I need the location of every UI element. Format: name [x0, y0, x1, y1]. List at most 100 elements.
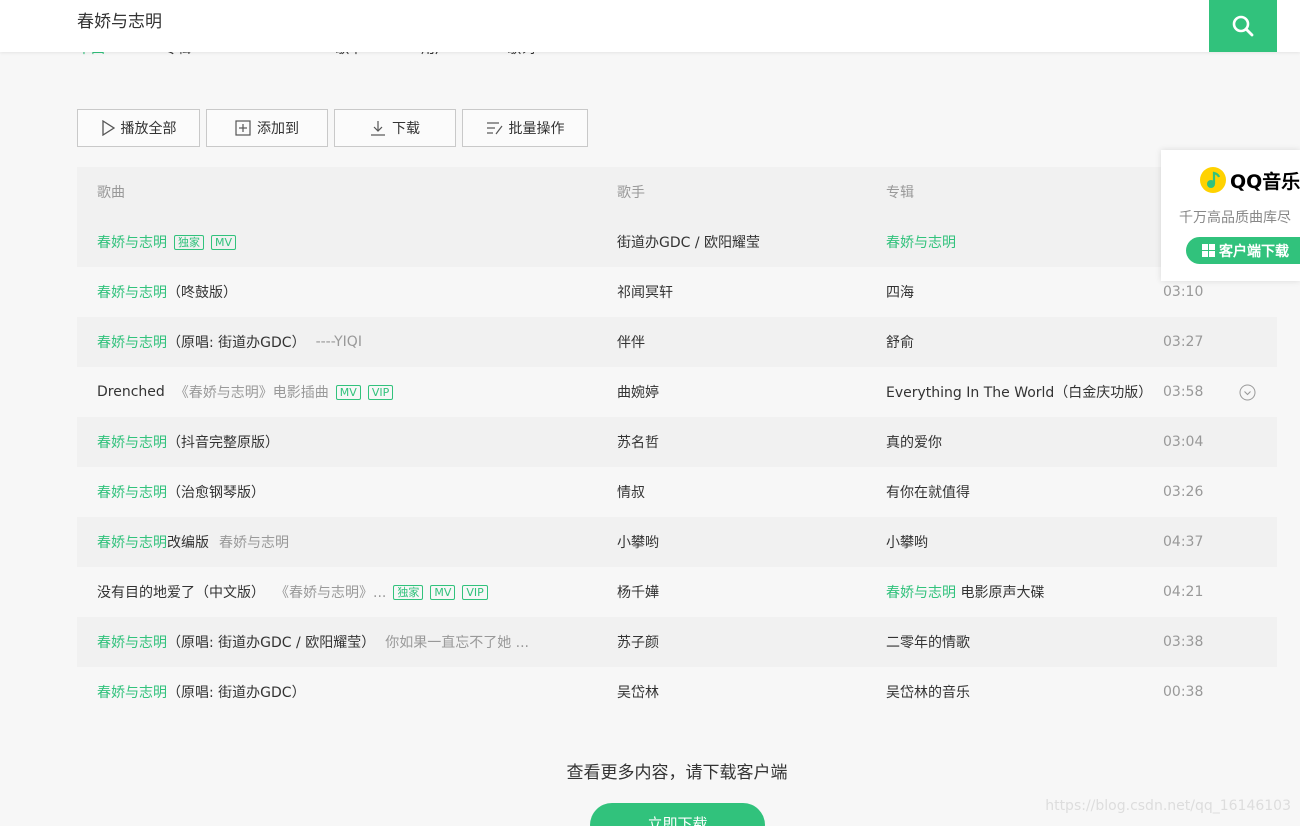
album-cell: Everything In The World（白金庆功版） — [886, 382, 1152, 402]
toolbar: 播放全部 添加到 下载 批量操作 — [77, 109, 588, 147]
add-icon — [235, 120, 251, 136]
song-cell: 春娇与志明 改编版 春娇与志明 — [97, 532, 289, 552]
singer-link[interactable]: 杨千嬅 — [617, 582, 659, 602]
singer-link[interactable]: 街道办GDC / 欧阳耀莹 — [617, 232, 760, 252]
singer-link[interactable]: 曲婉婷 — [617, 382, 659, 402]
song-tag-badge[interactable]: MV — [335, 384, 361, 400]
singer-link[interactable]: 祁闻冥轩 — [617, 282, 673, 302]
singer-link[interactable]: 情叔 — [617, 482, 645, 502]
song-version: （原唱: 街道办GDC） — [167, 335, 306, 351]
album-link[interactable]: 春娇与志明 — [886, 235, 956, 251]
album-link[interactable]: 四海 — [886, 285, 914, 301]
album-link[interactable]: 有你在就值得 — [886, 485, 970, 501]
duration: 04:21 — [1163, 584, 1204, 600]
search-input[interactable] — [77, 7, 1177, 31]
singer-link[interactable]: 伴伴 — [617, 332, 645, 352]
table-row[interactable]: 春娇与志明 独家 MV 街道办GDC / 欧阳耀莹 春娇与志明 — [77, 217, 1277, 267]
singer-link[interactable]: 苏名哲 — [617, 432, 659, 452]
song-title-link[interactable]: 春娇与志明 — [97, 632, 167, 652]
table-row[interactable]: 春娇与志明 （咚鼓版） 祁闻冥轩 四海 03:10 — [77, 267, 1277, 317]
play-all-label: 播放全部 — [120, 121, 177, 137]
song-cell: 春娇与志明 （原唱: 街道办GDC） — [97, 682, 306, 702]
more-options-icon[interactable] — [1239, 384, 1256, 401]
header-singer: 歌手 — [617, 185, 645, 201]
batch-button[interactable]: 批量操作 — [462, 109, 588, 147]
album-cell: 春娇与志明 — [886, 232, 956, 252]
album-link[interactable]: 舒俞 — [886, 335, 914, 351]
album-cell: 春娇与志明 电影原声大碟 — [886, 582, 1044, 602]
album-cell: 真的爱你 — [886, 432, 942, 452]
client-download-button[interactable]: 客户端下载 — [1186, 237, 1300, 264]
duration: 03:04 — [1163, 434, 1204, 450]
table-row[interactable]: 春娇与志明 （原唱: 街道办GDC） ----YIQI 伴伴 舒俞 03:27 — [77, 317, 1277, 367]
song-title-link[interactable]: 春娇与志明 — [97, 532, 167, 552]
duration: 00:38 — [1163, 684, 1204, 700]
table-row[interactable]: 春娇与志明 改编版 春娇与志明 小攀哟 小攀哟 04:37 — [77, 517, 1277, 567]
table-row[interactable]: 春娇与志明 （抖音完整原版） 苏名哲 真的爱你 03:04 — [77, 417, 1277, 467]
album-link[interactable]: 真的爱你 — [886, 435, 942, 451]
album-cell: 舒俞 — [886, 332, 914, 352]
song-version: （原唱: 街道办GDC） — [167, 685, 306, 701]
song-cell: 春娇与志明 （咚鼓版） — [97, 282, 237, 302]
song-version: 改编版 — [167, 535, 209, 551]
qq-music-icon — [1200, 167, 1226, 193]
album-link[interactable]: 小攀哟 — [886, 535, 928, 551]
album-link[interactable]: 二零年的情歌 — [886, 635, 970, 651]
song-title-link[interactable]: 春娇与志明 — [97, 682, 167, 702]
song-subtitle: ----YIQI — [315, 334, 362, 350]
album-link[interactable]: 吴岱林的音乐 — [886, 685, 970, 701]
table-row[interactable]: 春娇与志明 （原唱: 街道办GDC） 吴岱林 吴岱林的音乐 00:38 — [77, 667, 1277, 717]
song-tag-badge: VIP — [462, 584, 488, 600]
watermark: https://blog.csdn.net/qq_16146103 — [1045, 798, 1291, 814]
add-to-button[interactable]: 添加到 — [206, 109, 328, 147]
duration: 03:38 — [1163, 634, 1204, 650]
song-cell: Drenched 《春娇与志明》电影插曲 MV VIP — [97, 382, 394, 402]
song-title-link[interactable]: 春娇与志明 — [97, 332, 167, 352]
table-header: 歌曲 歌手 专辑 — [77, 167, 1277, 217]
song-tag-badge[interactable]: MV — [430, 584, 456, 600]
duration: 04:37 — [1163, 534, 1204, 550]
add-to-label: 添加到 — [257, 121, 299, 137]
table-row[interactable]: 春娇与志明 （原唱: 街道办GDC / 欧阳耀莹） 你如果一直忘不了她 ... 苏子颜… — [77, 617, 1277, 667]
album-cell: 小攀哟 — [886, 532, 928, 552]
song-title-link[interactable]: 春娇与志明 — [97, 232, 167, 252]
song-cell: 春娇与志明 独家 MV — [97, 232, 237, 252]
song-tag-badge[interactable]: MV — [211, 234, 237, 250]
table-row[interactable]: Drenched 《春娇与志明》电影插曲 MV VIP 曲婉婷 Everything In… — [77, 367, 1277, 417]
batch-edit-icon — [486, 122, 502, 135]
download-icon — [371, 121, 385, 136]
download-now-button[interactable]: 立即下载 — [590, 803, 765, 826]
duration: 03:26 — [1163, 484, 1204, 500]
search-bar — [0, 0, 1300, 52]
table-row[interactable]: 春娇与志明 （治愈钢琴版） 情叔 有你在就值得 03:26 — [77, 467, 1277, 517]
play-all-button[interactable]: 播放全部 — [77, 109, 200, 147]
song-cell: 春娇与志明 （原唱: 街道办GDC / 欧阳耀莹） 你如果一直忘不了她 ... — [97, 632, 529, 652]
download-button[interactable]: 下载 — [334, 109, 456, 147]
singer-link[interactable]: 吴岱林 — [617, 682, 659, 702]
song-title-link[interactable]: 春娇与志明 — [97, 432, 167, 452]
song-cell: 春娇与志明 （治愈钢琴版） — [97, 482, 265, 502]
album-link[interactable]: Everything In The World（白金庆功版） — [886, 385, 1152, 401]
song-subtitle: 春娇与志明 — [219, 535, 289, 551]
song-title-link[interactable]: Drenched — [97, 384, 165, 400]
song-title-link[interactable]: 春娇与志明 — [97, 282, 167, 302]
more-content-tip: 查看更多内容，请下载客户端 — [566, 763, 788, 783]
header-song: 歌曲 — [97, 185, 125, 201]
song-title-link[interactable]: 没有目的地爱了（中文版） — [97, 582, 265, 602]
album-cell: 二零年的情歌 — [886, 632, 970, 652]
song-cell: 没有目的地爱了（中文版） 《春娇与志明》... 独家 MV VIP — [97, 582, 488, 602]
search-button[interactable] — [1209, 0, 1277, 52]
promo-text: 千万高品质曲库尽 — [1179, 210, 1291, 226]
table-row[interactable]: 没有目的地爱了（中文版） 《春娇与志明》... 独家 MV VIP 杨千嬅 春娇与志明 电影… — [77, 567, 1277, 617]
singer-link[interactable]: 小攀哟 — [617, 532, 659, 552]
song-title-link[interactable]: 春娇与志明 — [97, 482, 167, 502]
song-subtitle: 你如果一直忘不了她 ... — [385, 635, 530, 651]
client-download-label: 客户端下载 — [1219, 243, 1289, 260]
album-link[interactable]: 春娇与志明 — [886, 585, 956, 601]
singer-link[interactable]: 苏子颜 — [617, 632, 659, 652]
album-cell: 四海 — [886, 282, 914, 302]
album-suffix: 电影原声大碟 — [956, 585, 1045, 601]
search-icon — [1232, 15, 1254, 37]
song-cell: 春娇与志明 （原唱: 街道办GDC） ----YIQI — [97, 332, 362, 352]
song-subtitle: 《春娇与志明》... — [275, 585, 387, 601]
